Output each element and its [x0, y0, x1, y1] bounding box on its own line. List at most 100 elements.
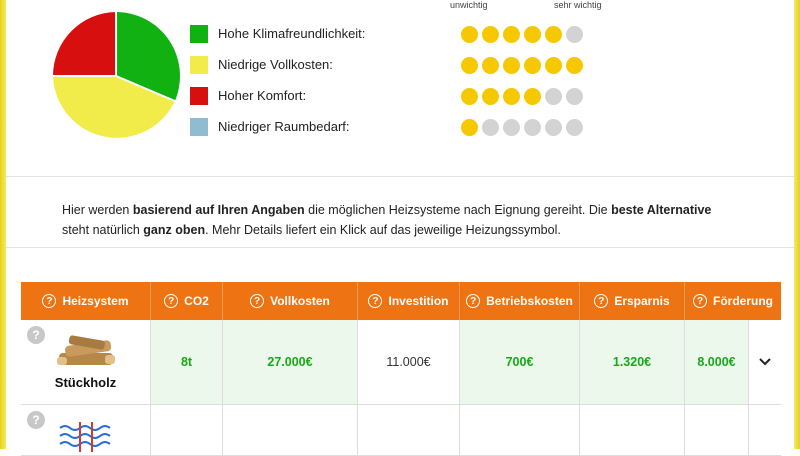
info-bold: beste Alternative [611, 203, 712, 217]
help-icon[interactable]: ? [27, 411, 45, 429]
info-bold: basierend auf Ihren Angaben [132, 203, 305, 217]
rating-row[interactable] [461, 50, 587, 81]
rating-dot[interactable] [461, 57, 478, 74]
info-text: steht natürlich [62, 223, 144, 237]
rating-dot[interactable] [545, 119, 562, 136]
rating-dot[interactable] [524, 26, 541, 43]
cell-co2: 8t [151, 320, 223, 404]
ranking-info-text: Hier werden basierend auf Ihren Angaben … [62, 200, 722, 240]
priority-pie-chart [53, 12, 180, 138]
chevron-down-icon[interactable] [759, 358, 771, 366]
rating-row[interactable] [461, 81, 587, 112]
cell-betriebskosten: 700€ [460, 320, 580, 404]
importance-scale-labels: unwichtig sehr wichtig [450, 0, 620, 12]
cell-empty [223, 405, 358, 455]
rating-dot[interactable] [566, 26, 583, 43]
rating-dot[interactable] [503, 119, 520, 136]
legend-item-raumbedarf: Niedriger Raumbedarf: [190, 111, 365, 142]
legend-label: Niedrige Vollkosten: [218, 57, 333, 72]
info-bold: ganz oben [143, 223, 206, 237]
rating-dot[interactable] [545, 88, 562, 105]
window-frame-left [0, 0, 6, 449]
legend-item-vollkosten: Niedrige Vollkosten: [190, 49, 365, 80]
help-icon[interactable]: ? [693, 294, 707, 308]
rating-dot[interactable] [545, 57, 562, 74]
cell-vollkosten: 27.000€ [223, 320, 358, 404]
rating-dot[interactable] [482, 88, 499, 105]
header-betriebskosten[interactable]: ? Betriebskosten [460, 282, 580, 320]
rating-dot[interactable] [566, 119, 583, 136]
cell-foerderung: 8.000€ [685, 320, 749, 404]
header-investition[interactable]: ? Investition [358, 282, 460, 320]
rating-dot[interactable] [482, 119, 499, 136]
header-heizsystem[interactable]: ? Heizsystem [21, 282, 151, 320]
cell-empty [358, 405, 460, 455]
rating-dot[interactable] [524, 57, 541, 74]
info-text: Hier werden [62, 203, 133, 217]
cell-empty [460, 405, 580, 455]
header-label: Förderung [713, 294, 773, 308]
legend-item-klima: Hohe Klimafreundlichkeit: [190, 18, 365, 49]
rating-dot[interactable] [482, 57, 499, 74]
heating-systems-table: ? Heizsystem ? CO2 ? Vollkosten ? Investitio… [21, 282, 781, 456]
rating-dot[interactable] [503, 57, 520, 74]
header-foerderung[interactable]: ? Förderung [685, 282, 781, 320]
scale-label-high: sehr wichtig [554, 0, 602, 10]
pie-slice-komfort [53, 12, 116, 76]
cell-investition: 11.000€ [358, 320, 460, 404]
rating-dot[interactable] [524, 88, 541, 105]
firewood-icon[interactable] [55, 334, 117, 369]
help-icon[interactable]: ? [164, 294, 179, 308]
rating-dot[interactable] [461, 119, 478, 136]
header-label: Investition [388, 294, 449, 308]
divider [6, 176, 794, 177]
rating-dot[interactable] [545, 26, 562, 43]
help-icon[interactable]: ? [42, 294, 57, 308]
legend-label: Hoher Komfort: [218, 88, 307, 103]
table-row[interactable]: ? Stückholz 8t 27.000€ 11.000€ 700€ 1.32… [21, 320, 781, 405]
rating-row[interactable] [461, 112, 587, 143]
header-label: Vollkosten [270, 294, 330, 308]
cell-empty [749, 405, 781, 455]
heating-system-cell[interactable]: ? Stückholz [21, 320, 151, 404]
table-row[interactable]: ? [21, 405, 781, 456]
rating-dot[interactable] [461, 26, 478, 43]
cell-empty [685, 405, 749, 455]
info-text: . Mehr Details liefert ein Klick auf das… [205, 223, 561, 237]
rating-dot[interactable] [482, 26, 499, 43]
rating-dot[interactable] [503, 26, 520, 43]
header-vollkosten[interactable]: ? Vollkosten [223, 282, 358, 320]
heating-system-name: Stückholz [54, 374, 117, 390]
legend-label: Niedriger Raumbedarf: [218, 119, 350, 134]
cell-empty [151, 405, 223, 455]
rating-dot[interactable] [461, 88, 478, 105]
legend-label: Hohe Klimafreundlichkeit: [218, 26, 366, 41]
help-icon[interactable]: ? [594, 294, 609, 308]
cell-ersparnis: 1.320€ [580, 320, 685, 404]
heating-system-cell[interactable]: ? [21, 405, 151, 455]
rating-dot[interactable] [566, 88, 583, 105]
header-ersparnis[interactable]: ? Ersparnis [580, 282, 685, 320]
header-label: CO2 [184, 294, 209, 308]
header-label: Heizsystem [62, 294, 129, 308]
help-icon[interactable]: ? [368, 294, 383, 308]
scale-label-low: unwichtig [450, 0, 488, 10]
header-co2[interactable]: ? CO2 [151, 282, 223, 320]
rating-dot[interactable] [503, 88, 520, 105]
window-frame-right [794, 0, 800, 449]
help-icon[interactable]: ? [27, 326, 45, 344]
help-icon[interactable]: ? [466, 294, 481, 308]
header-label: Betriebskosten [486, 294, 573, 308]
rating-row[interactable] [461, 19, 587, 50]
rating-dot[interactable] [566, 57, 583, 74]
importance-ratings [461, 19, 587, 143]
expand-button[interactable] [749, 320, 781, 404]
legend-swatch [190, 86, 208, 105]
legend-swatch [190, 55, 208, 74]
cell-empty [580, 405, 685, 455]
table-header: ? Heizsystem ? CO2 ? Vollkosten ? Investitio… [21, 282, 781, 320]
rating-dot[interactable] [524, 119, 541, 136]
legend-swatch [190, 117, 208, 136]
help-icon[interactable]: ? [250, 294, 265, 308]
criteria-legend: Hohe Klimafreundlichkeit: Niedrige Vollk… [190, 18, 365, 142]
